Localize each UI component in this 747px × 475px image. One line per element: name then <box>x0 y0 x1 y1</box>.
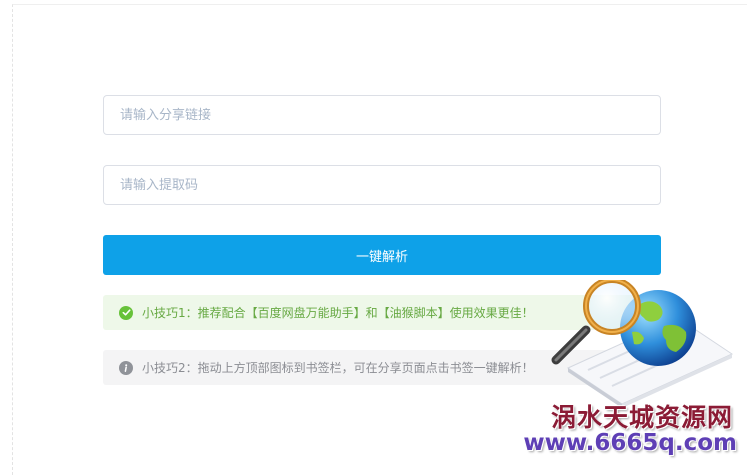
tip-text: 小技巧2：拖动上方顶部图标到书签栏，可在分享页面点击书签一键解析！ <box>142 361 534 375</box>
watermark-site-name: 涡水天城资源网 <box>550 403 733 432</box>
globe-magnifier-icon <box>551 280 734 408</box>
tip-text: 小技巧1：推荐配合【百度网盘万能助手】和【油猴脚本】使用效果更佳！ <box>142 306 534 320</box>
info-circle-icon <box>119 360 133 375</box>
share-link-input[interactable] <box>103 95 661 135</box>
check-circle-icon <box>119 305 133 320</box>
extract-code-input[interactable] <box>103 165 661 205</box>
watermark-site-url: www.6665q.com <box>523 430 737 456</box>
parse-button[interactable]: 一键解析 <box>103 235 661 275</box>
